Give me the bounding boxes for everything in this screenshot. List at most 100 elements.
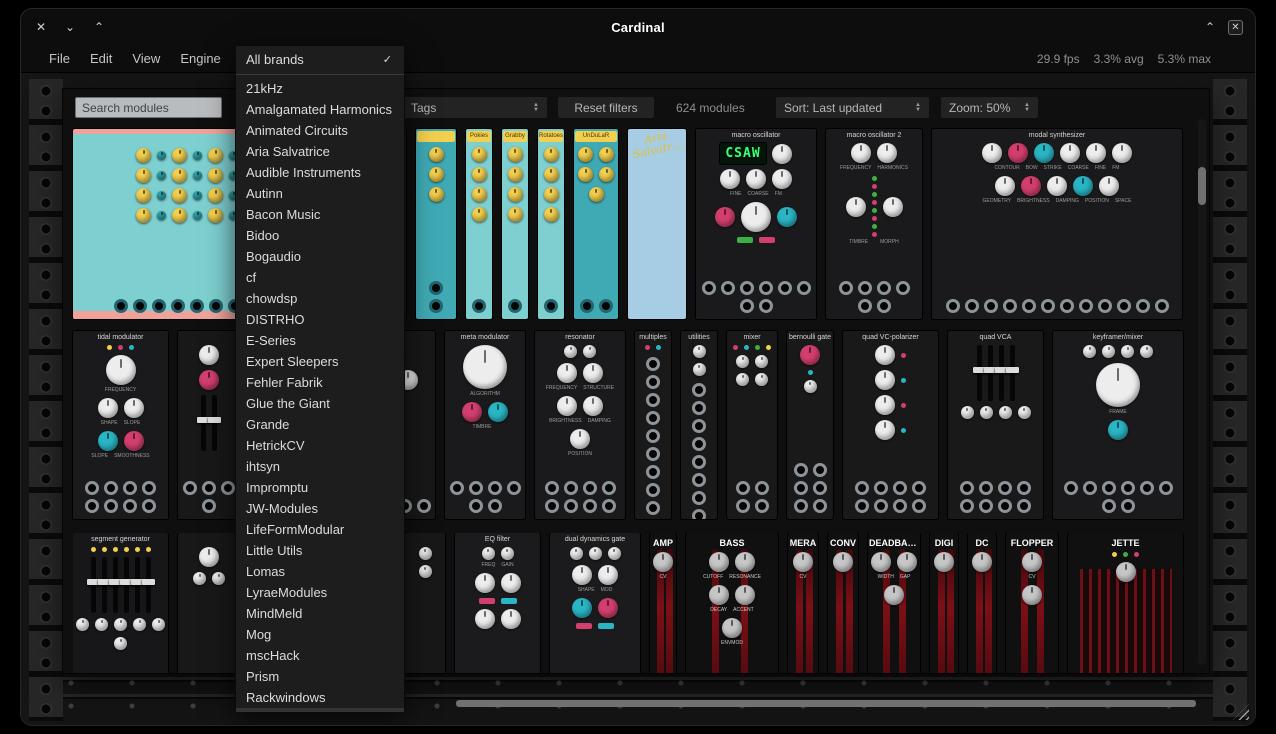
brand-menu-item[interactable]: E-Series xyxy=(236,330,404,351)
brand-menu-item[interactable]: Expert Sleepers xyxy=(236,351,404,372)
brand-menu-item[interactable]: Glue the Giant xyxy=(236,393,404,414)
module-card[interactable]: mixer xyxy=(727,331,777,519)
brand-menu-item[interactable]: Prism xyxy=(236,666,404,687)
module-card[interactable]: resonatorFREQUENCYSTRUCTUREBRIGHTNESSDAM… xyxy=(535,331,625,519)
module-card[interactable]: tidal modulatorFREQUENCYSHAPESLOPESLOPES… xyxy=(73,331,168,519)
module-card[interactable]: Aria Salvatrice xyxy=(628,129,686,319)
brand-menu-item-all[interactable]: All brands ✓ xyxy=(236,48,404,71)
window-minimize-icon[interactable]: ⌄ xyxy=(62,20,78,34)
port xyxy=(221,481,235,495)
brand-menu-item[interactable]: 21kHz xyxy=(236,78,404,99)
module-card[interactable]: DC xyxy=(968,533,996,673)
brand-menu-item[interactable]: Autinn xyxy=(236,183,404,204)
port xyxy=(545,481,559,495)
port xyxy=(646,393,660,407)
module-card[interactable]: Pokies xyxy=(466,129,492,319)
brand-menu-item[interactable]: Rackwindows xyxy=(236,687,404,708)
module-card[interactable]: multiples xyxy=(635,331,671,519)
brand-menu-item[interactable]: Mog xyxy=(236,624,404,645)
module-title: Pokies xyxy=(467,131,491,142)
port xyxy=(429,299,443,313)
search-input[interactable] xyxy=(75,97,222,118)
menu-edit[interactable]: Edit xyxy=(80,51,122,66)
module-card[interactable]: JETTE xyxy=(1068,533,1183,673)
port xyxy=(646,447,660,461)
brand-menu-item[interactable]: LyraeModules xyxy=(236,582,404,603)
module-card[interactable]: quad VCA xyxy=(948,331,1043,519)
reset-filters-button[interactable]: Reset filters xyxy=(558,97,654,118)
brand-menu-item[interactable]: DISTRHO xyxy=(236,309,404,330)
module-card[interactable]: bernoulli gate xyxy=(787,331,833,519)
module-card[interactable]: segment generator xyxy=(73,533,168,673)
module-card[interactable]: EQ filterFREQGAIN xyxy=(455,533,540,673)
port xyxy=(692,455,706,469)
module-art: FRAME xyxy=(1053,342,1183,519)
brand-menu-item[interactable]: mscHack xyxy=(236,645,404,666)
horizontal-scrollbar-thumb[interactable] xyxy=(456,700,1196,707)
module-card[interactable]: quad VC-polarizer xyxy=(843,331,938,519)
brand-menu-item[interactable]: Grande xyxy=(236,414,404,435)
brand-menu-item[interactable]: Fehler Fabrik xyxy=(236,372,404,393)
module-card[interactable]: UnDuLaR xyxy=(574,129,618,319)
port xyxy=(429,281,443,295)
module-card[interactable] xyxy=(416,129,456,319)
module-card[interactable]: keyframer/mixerFRAME xyxy=(1053,331,1183,519)
module-art: CV xyxy=(650,549,676,673)
module-card[interactable]: AMPCV xyxy=(650,533,676,673)
brand-menu-item[interactable]: ihtsyn xyxy=(236,456,404,477)
module-card[interactable]: utilities xyxy=(681,331,717,519)
brand-menu-item[interactable]: Aria Salvatrice xyxy=(236,141,404,162)
module-card[interactable] xyxy=(178,331,240,519)
brand-menu-item[interactable]: Animated Circuits xyxy=(236,120,404,141)
brand-menu-item[interactable]: Bidoo xyxy=(236,225,404,246)
module-card[interactable]: DIGI xyxy=(930,533,958,673)
brand-menu-item[interactable]: Audible Instruments xyxy=(236,162,404,183)
shade-icon[interactable]: ⌃ xyxy=(1202,20,1218,34)
menu-scrollbar[interactable] xyxy=(236,708,404,712)
module-card[interactable]: Rotatoes xyxy=(538,129,564,319)
brand-menu-item[interactable]: Lomas xyxy=(236,561,404,582)
module-card[interactable]: DEADBANDWIDTHGAP xyxy=(868,533,920,673)
sort-select[interactable]: Sort: Last updated ▲▼ xyxy=(776,97,929,118)
brand-menu-item[interactable]: Bogaudio xyxy=(236,246,404,267)
module-card[interactable]: CONV xyxy=(828,533,858,673)
menu-engine[interactable]: Engine xyxy=(170,51,230,66)
module-card[interactable]: macro oscillatorCSAWFINECOARSEFM xyxy=(696,129,816,319)
zoom-select[interactable]: Zoom: 50% ▲▼ xyxy=(941,97,1038,118)
brand-menu-item[interactable]: Amalgamated Harmonics xyxy=(236,99,404,120)
module-card[interactable]: FLOPPERCV xyxy=(1006,533,1058,673)
port xyxy=(602,481,616,495)
module-card[interactable] xyxy=(178,533,240,673)
brand-menu-item[interactable]: HetrickCV xyxy=(236,435,404,456)
brand-menu-item[interactable]: LifeFormModular xyxy=(236,519,404,540)
module-title: MERA xyxy=(788,533,818,549)
brand-menu-item[interactable]: JW-Modules xyxy=(236,498,404,519)
brand-menu-item[interactable]: Bacon Music xyxy=(236,204,404,225)
updown-icon: ▲▼ xyxy=(533,103,539,112)
module-card[interactable]: dual dynamics gateSHAPEMOD xyxy=(550,533,640,673)
brand-menu-item[interactable]: Little Utils xyxy=(236,540,404,561)
brand-menu-item[interactable]: chowdsp xyxy=(236,288,404,309)
brand-menu-item[interactable]: cf xyxy=(236,267,404,288)
module-card[interactable]: macro oscillator 2FREQUENCYHARMONICSTIMB… xyxy=(826,129,922,319)
module-art xyxy=(178,544,240,673)
module-card[interactable]: MERACV xyxy=(788,533,818,673)
close-box-icon[interactable]: ✕ xyxy=(1228,20,1243,35)
module-card[interactable] xyxy=(405,533,445,673)
zoom-select-label: Zoom: 50% xyxy=(949,101,1010,115)
module-card[interactable]: modal synthesizerCONTOURBOWSTRIKECOARSEF… xyxy=(932,129,1182,319)
tags-select[interactable]: Tags ▲▼ xyxy=(403,97,547,118)
module-card[interactable]: BASSCUTOFFRESONANCEDECAYACCENTENVMOD xyxy=(686,533,778,673)
menu-view[interactable]: View xyxy=(122,51,170,66)
port xyxy=(472,299,486,313)
brand-menu-item[interactable]: Impromptu xyxy=(236,477,404,498)
brand-menu-item[interactable]: MindMeld xyxy=(236,603,404,624)
port xyxy=(202,481,216,495)
menu-file[interactable]: File xyxy=(39,51,80,66)
vertical-scrollbar-thumb[interactable] xyxy=(1198,167,1206,205)
module-card[interactable]: meta modulatorALGORITHMTIMBRE xyxy=(445,331,525,519)
vertical-scrollbar[interactable] xyxy=(1198,119,1206,665)
window-close-icon[interactable]: ✕ xyxy=(33,20,49,34)
module-card[interactable]: Grabby xyxy=(502,129,528,319)
window-maximize-icon[interactable]: ⌃ xyxy=(91,20,107,34)
